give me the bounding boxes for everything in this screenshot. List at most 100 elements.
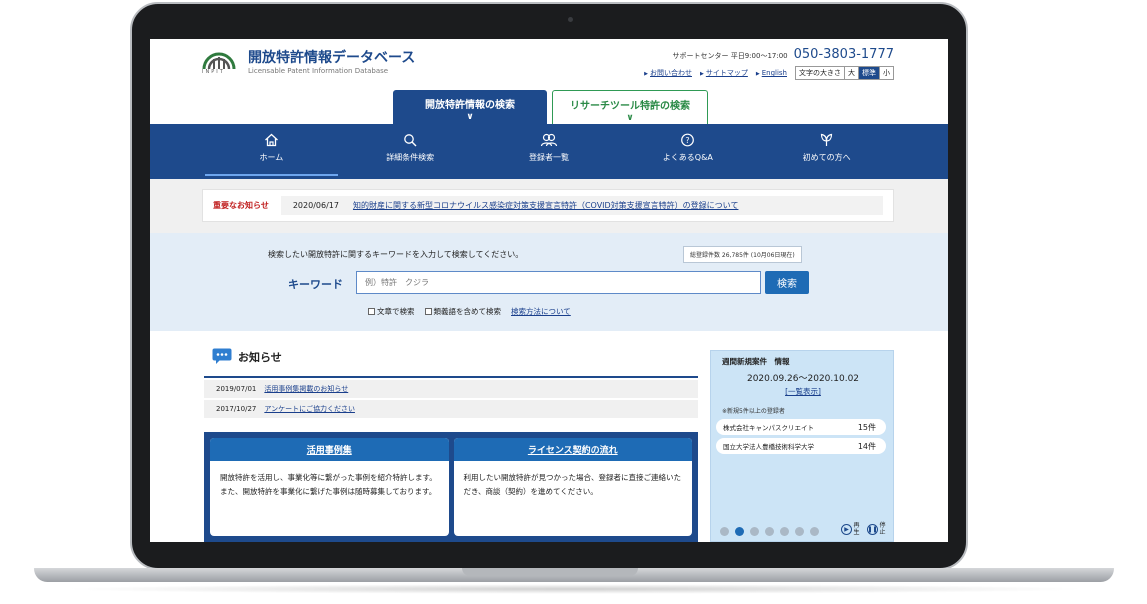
search-area: 検索したい開放特許に関するキーワードを入力して検索してください。 総登録件数 2… xyxy=(150,233,948,331)
nav-label: 詳細条件検索 xyxy=(386,153,434,162)
font-size-large[interactable]: 大 xyxy=(844,67,858,79)
news-item: 2017/10/27 アンケートにご協力ください xyxy=(204,400,698,418)
notice-link[interactable]: 知的財産に関する新型コロナウイルス感染症対策支援宣言特許（COVID対策支援宣言… xyxy=(353,200,739,211)
font-size-standard[interactable]: 標準 xyxy=(858,67,879,79)
stop-label: 停止 xyxy=(879,522,886,536)
search-icon xyxy=(403,133,418,147)
nav-item-registrants[interactable]: 登録者一覧 xyxy=(480,124,619,179)
registrant-count: 14件 xyxy=(858,441,876,452)
tab-label: 開放特許情報の検索 xyxy=(425,100,515,111)
card-body: 利用したい開放特許が見つかった場合、登録者に直接ご連絡いただき、商談（契約）を進… xyxy=(454,461,693,499)
pause-icon: ❚❚ xyxy=(867,524,878,535)
synonym-option-label: 類義語を含めて検索 xyxy=(434,307,502,316)
nav-item-advanced-search[interactable]: 詳細条件検索 xyxy=(341,124,480,179)
registrant-count: 15件 xyxy=(858,422,876,433)
checkbox-icon[interactable] xyxy=(368,308,375,315)
browser-screen: INPIT 開放特許情報データベース Licensable Patent Inf… xyxy=(150,39,948,542)
news-link[interactable]: 活用事例集掲載のお知らせ xyxy=(264,384,348,394)
nav-label: 登録者一覧 xyxy=(529,153,569,162)
fulltext-option-label: 文章で検索 xyxy=(377,307,415,316)
weekly-list-link-wrap: [一覧表示] xyxy=(711,386,895,397)
slide-dot[interactable] xyxy=(765,527,774,536)
fulltext-option[interactable]: 文章で検索 xyxy=(368,306,415,317)
play-icon: ▶ xyxy=(841,524,852,535)
search-options: 文章で検索 類義語を含めて検索 検索方法について xyxy=(368,306,571,317)
license-flow-link[interactable]: ライセンス契約の流れ xyxy=(454,438,693,461)
search-help-link[interactable]: 検索方法について xyxy=(511,306,571,317)
play-control[interactable]: ▶ 再生 xyxy=(841,522,860,536)
keyword-input[interactable] xyxy=(356,271,761,294)
tab-label: リサーチツール特許の検索 xyxy=(570,101,690,112)
important-notice: 重要なお知らせ 2020/06/17 知的財産に関する新型コロナウイルス感染症対… xyxy=(202,189,894,222)
synonym-option[interactable]: 類義語を含めて検索 xyxy=(425,306,502,317)
notice-date: 2020/06/17 xyxy=(281,201,353,210)
sitemap-link[interactable]: サイトマップ xyxy=(706,69,748,77)
news-date: 2017/10/27 xyxy=(216,405,256,413)
nav-label: ホーム xyxy=(260,153,284,162)
font-size-small[interactable]: 小 xyxy=(879,67,893,79)
search-button[interactable]: 検索 xyxy=(765,271,809,294)
weekly-title: 週間新規案件 情報 xyxy=(722,356,790,367)
weekly-note: ※新規5件以上の登録者 xyxy=(722,406,785,415)
leaf-icon xyxy=(819,133,834,147)
support-hours: サポートセンター 平日9:00〜17:00 xyxy=(673,51,788,61)
camera-icon xyxy=(568,17,573,22)
home-icon xyxy=(264,133,279,147)
important-notice-band: 重要なお知らせ 2020/06/17 知的財産に関する新型コロナウイルス感染症対… xyxy=(150,179,948,233)
top-links: ▶お問い合わせ ▶サイトマップ ▶English 文字の大きさ 大 標準 小 xyxy=(644,66,894,80)
slide-dot[interactable] xyxy=(780,527,789,536)
triangle-right-icon: ▶ xyxy=(756,71,760,77)
important-notice-label: 重要なお知らせ xyxy=(203,200,281,211)
weekly-date-range: 2020.09.26〜2020.10.02 xyxy=(711,371,895,384)
site-title[interactable]: 開放特許情報データベース xyxy=(248,47,415,67)
slide-dot[interactable] xyxy=(810,527,819,536)
registrant-name: 国立大学法人豊橋技術科学大学 xyxy=(723,441,814,451)
chevron-down-icon: ∨ xyxy=(553,113,707,123)
news-date: 2019/07/01 xyxy=(216,385,256,393)
users-icon xyxy=(540,133,558,147)
news-header: お知らせ xyxy=(212,348,282,365)
nav-item-beginners[interactable]: 初めての方へ xyxy=(757,124,896,179)
main-nav: ホーム 詳細条件検索 登録者一覧 ? よくあるQ&A 初めての方へ xyxy=(150,124,948,179)
slide-dot[interactable] xyxy=(720,527,729,536)
news-link[interactable]: アンケートにご協力ください xyxy=(264,404,355,414)
laptop-shadow xyxy=(60,584,1090,594)
support-phone: 050-3803-1777 xyxy=(794,47,894,62)
nav-item-faq[interactable]: ? よくあるQ&A xyxy=(618,124,757,179)
speech-bubble-icon xyxy=(212,348,232,365)
font-size-label: 文字の大きさ xyxy=(796,67,844,79)
weekly-new-cases-panel: 週間新規案件 情報 2020.09.26〜2020.10.02 [一覧表示] ※… xyxy=(710,350,894,542)
info-cards: 活用事例集 開放特許を活用し、事業化等に繋がった事例を紹介特許します。また、開放… xyxy=(204,432,698,542)
weekly-row[interactable]: 国立大学法人豊橋技術科学大学 14件 xyxy=(716,438,886,454)
nav-label: 初めての方へ xyxy=(803,153,851,162)
play-label: 再生 xyxy=(853,522,860,536)
slide-dot[interactable] xyxy=(735,527,744,536)
laptop-notch xyxy=(462,568,638,576)
weekly-list-link[interactable]: [一覧表示] xyxy=(785,387,821,396)
registered-count-badge: 総登録件数 26,785件 (10月06日現在) xyxy=(683,246,802,263)
english-link[interactable]: English xyxy=(762,69,787,77)
nav-label: よくあるQ&A xyxy=(663,153,713,162)
news-divider xyxy=(204,376,698,378)
slide-dot[interactable] xyxy=(795,527,804,536)
svg-text:?: ? xyxy=(686,136,690,145)
news-title: お知らせ xyxy=(238,349,282,365)
contact-link[interactable]: お問い合わせ xyxy=(650,69,692,77)
logo-inpit-text: INPIT xyxy=(202,69,225,75)
case-studies-link[interactable]: 活用事例集 xyxy=(210,438,449,461)
tab-research-tool-search[interactable]: リサーチツール特許の検索 ∨ xyxy=(552,90,708,124)
tab-open-patent-search[interactable]: 開放特許情報の検索 ∨ xyxy=(393,90,547,124)
checkbox-icon[interactable] xyxy=(425,308,432,315)
case-studies-card: 活用事例集 開放特許を活用し、事業化等に繋がった事例を紹介特許します。また、開放… xyxy=(210,438,449,536)
inpit-logo-icon[interactable] xyxy=(202,48,236,70)
slide-dot[interactable] xyxy=(750,527,759,536)
search-heading: 検索したい開放特許に関するキーワードを入力して検索してください。 xyxy=(268,249,523,260)
weekly-row[interactable]: 株式会社キャンパスクリエイト 15件 xyxy=(716,419,886,435)
triangle-right-icon: ▶ xyxy=(700,71,704,77)
font-size-switcher: 文字の大きさ 大 標準 小 xyxy=(795,66,894,80)
stop-control[interactable]: ❚❚ 停止 xyxy=(867,522,886,536)
nav-item-home[interactable]: ホーム xyxy=(202,124,341,179)
news-item: 2019/07/01 活用事例集掲載のお知らせ xyxy=(204,380,698,398)
triangle-right-icon: ▶ xyxy=(644,71,648,77)
support-center: サポートセンター 平日9:00〜17:00 050-3803-1777 xyxy=(673,47,895,62)
